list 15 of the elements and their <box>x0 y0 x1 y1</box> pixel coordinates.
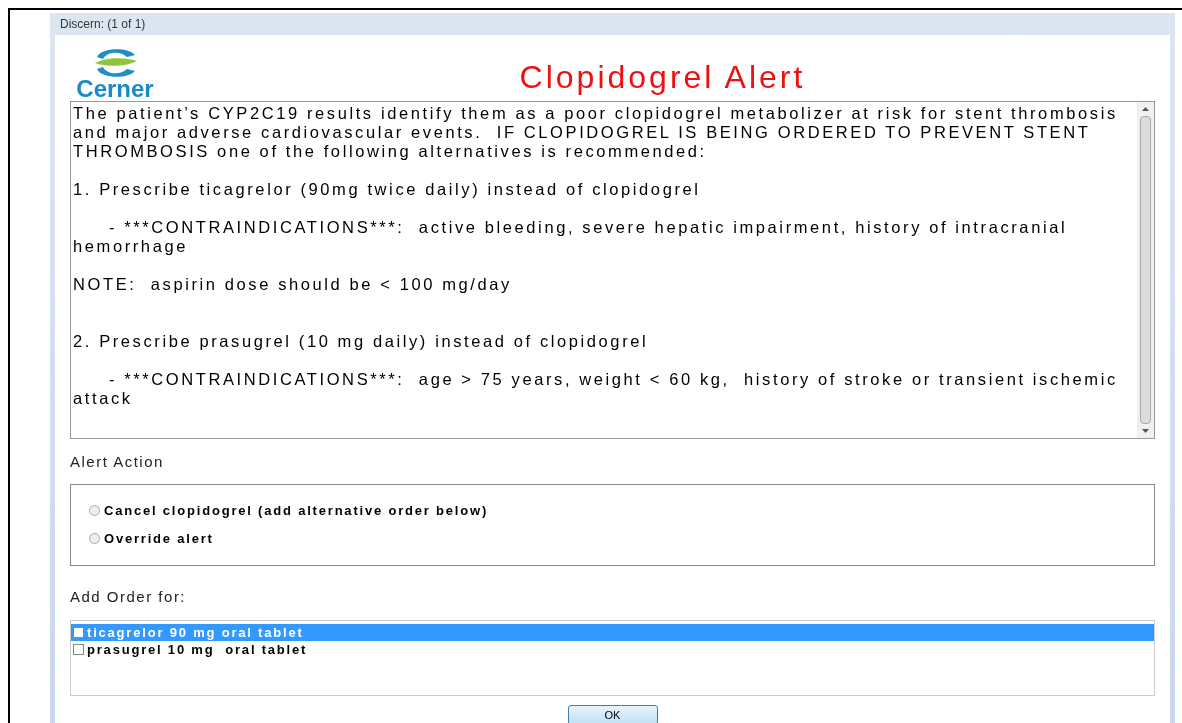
section-label: Alert Action <box>70 452 165 472</box>
logo-text: Cerner <box>76 77 154 101</box>
radio-label[interactable]: Override alert <box>104 529 214 549</box>
ok-button[interactable]: OK <box>567 705 658 723</box>
window-title: Discern: (1 of 1) <box>60 16 146 33</box>
checkbox[interactable] <box>73 627 84 638</box>
radio-button[interactable] <box>89 504 100 516</box>
section-label: Add Order for: <box>70 586 188 607</box>
alert-message: The patient’s CYP2C19 results identify them as a poor clopidogrel metabolizer at risk for stent thrombosis and major adverse cardiovascular events. IF CLOPIDOGREL IS BEING ORDERED TO PREVENT STENT THROMBOSIS one of the following alternatives is recommended: 1. Prescribe ticagrelor (90mg twice daily) instead of clopidogrel - ***CONTRAINDICATIONS***: active bleeding, severe hepatic impairment, history of intracranial hemorrhage NOTE: aspirin dose should be < 100 mg/day 2. Prescribe prasugrel (10 mg daily) instead of clopidogrel - ***CONTRAINDICATIONS***: age > 75 years, weight < 60 kg, history of stroke or transient ischemic attack <box>72 103 1119 409</box>
list-item[interactable]: prasugrel 10 mg oral tablet <box>71 641 1154 658</box>
radio-button[interactable] <box>89 533 100 545</box>
checkbox[interactable] <box>73 644 84 655</box>
alert-title: Clopidogrel Alert <box>519 61 806 93</box>
scrollbar[interactable] <box>1137 102 1154 438</box>
radio-label[interactable]: Cancel clopidogrel (add alternative order below) <box>104 500 488 520</box>
